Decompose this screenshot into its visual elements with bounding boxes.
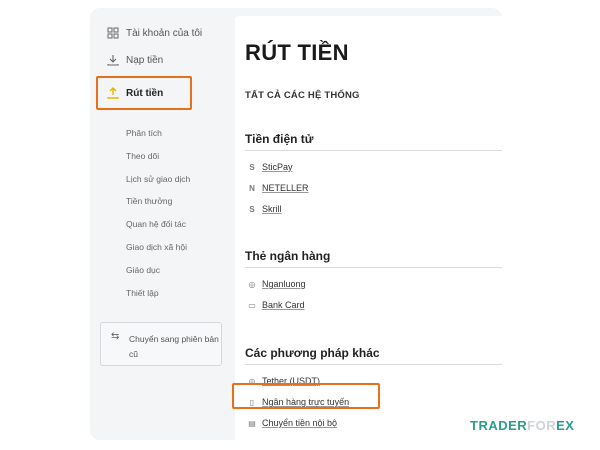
sidebar-sub-bonus[interactable]: Tiền thưởng <box>126 196 172 206</box>
transfer-icon: ▤ <box>248 418 256 428</box>
section-title-crypto: Tiền điện tử <box>245 132 314 146</box>
method-skrill[interactable]: S Skrill <box>247 204 282 214</box>
app-frame: Tài khoản của tôi Nạp tiền Rút tiền Phân… <box>90 8 502 440</box>
section-title-bank-card: Thẻ ngân hàng <box>245 249 331 263</box>
sidebar: Tài khoản của tôi Nạp tiền Rút tiền Phân… <box>90 8 235 440</box>
method-internal-transfer[interactable]: ▤ Chuyển tiền nội bộ <box>247 418 337 428</box>
method-label: Nganluong <box>262 279 306 289</box>
section-divider <box>245 364 502 365</box>
method-label: Bank Card <box>262 300 305 310</box>
section-divider <box>245 267 502 268</box>
method-bank-card[interactable]: ▭ Bank Card <box>247 300 305 310</box>
neteller-icon: N <box>249 183 255 193</box>
swap-icon: ⇆ <box>111 331 120 342</box>
sidebar-item-deposit[interactable]: Nạp tiền <box>106 49 163 71</box>
online-banking-highlight <box>232 383 380 409</box>
method-sticpay[interactable]: S SticPay <box>247 162 293 172</box>
method-nganluong[interactable]: ◎ Nganluong <box>247 279 306 289</box>
watermark-logo: TRADERFOREX <box>470 418 575 433</box>
nganluong-icon: ◎ <box>248 279 256 289</box>
sidebar-item-label: Nạp tiền <box>126 54 164 66</box>
sidebar-sub-education[interactable]: Giáo dục <box>126 265 160 275</box>
method-label: Chuyển tiền nội bộ <box>262 418 338 428</box>
card-icon: ▭ <box>248 300 256 310</box>
method-label: NETELLER <box>262 183 309 193</box>
section-divider <box>245 150 502 151</box>
method-neteller[interactable]: N NETELLER <box>247 183 309 193</box>
switch-version-button[interactable]: ⇆ Chuyển sang phiên bản cũ <box>100 322 222 366</box>
sidebar-item-withdraw[interactable]: Rút tiền <box>106 82 163 104</box>
page-title: RÚT TIỀN <box>245 40 349 65</box>
grid-icon <box>106 27 119 40</box>
sidebar-sub-history[interactable]: Lịch sử giao dịch <box>126 174 190 184</box>
sticpay-icon: S <box>249 162 255 172</box>
sidebar-sub-watch[interactable]: Theo dõi <box>126 151 159 161</box>
method-label: SticPay <box>262 162 293 172</box>
sidebar-sub-settings[interactable]: Thiết lập <box>126 288 159 298</box>
main-content: RÚT TIỀN TẤT CẢ CÁC HỆ THỐNG Tiền điện t… <box>235 16 502 440</box>
withdraw-icon <box>106 87 119 100</box>
section-title-other-methods: Các phương pháp khác <box>245 346 380 360</box>
sidebar-sub-social[interactable]: Giao dịch xã hội <box>126 242 187 252</box>
sidebar-item-label: Tài khoản của tôi <box>126 27 203 39</box>
method-label: Skrill <box>262 204 282 214</box>
skrill-icon: S <box>249 204 255 214</box>
sidebar-item-account[interactable]: Tài khoản của tôi <box>106 22 202 44</box>
download-icon <box>106 54 119 67</box>
switch-version-label: Chuyển sang phiên bản cũ <box>129 334 219 359</box>
sidebar-item-label: Rút tiền <box>126 87 164 99</box>
all-systems-link[interactable]: TẤT CẢ CÁC HỆ THỐNG <box>245 90 360 101</box>
sidebar-sub-analysis[interactable]: Phân tích <box>126 128 162 138</box>
sidebar-sub-partnership[interactable]: Quan hệ đối tác <box>126 219 186 229</box>
